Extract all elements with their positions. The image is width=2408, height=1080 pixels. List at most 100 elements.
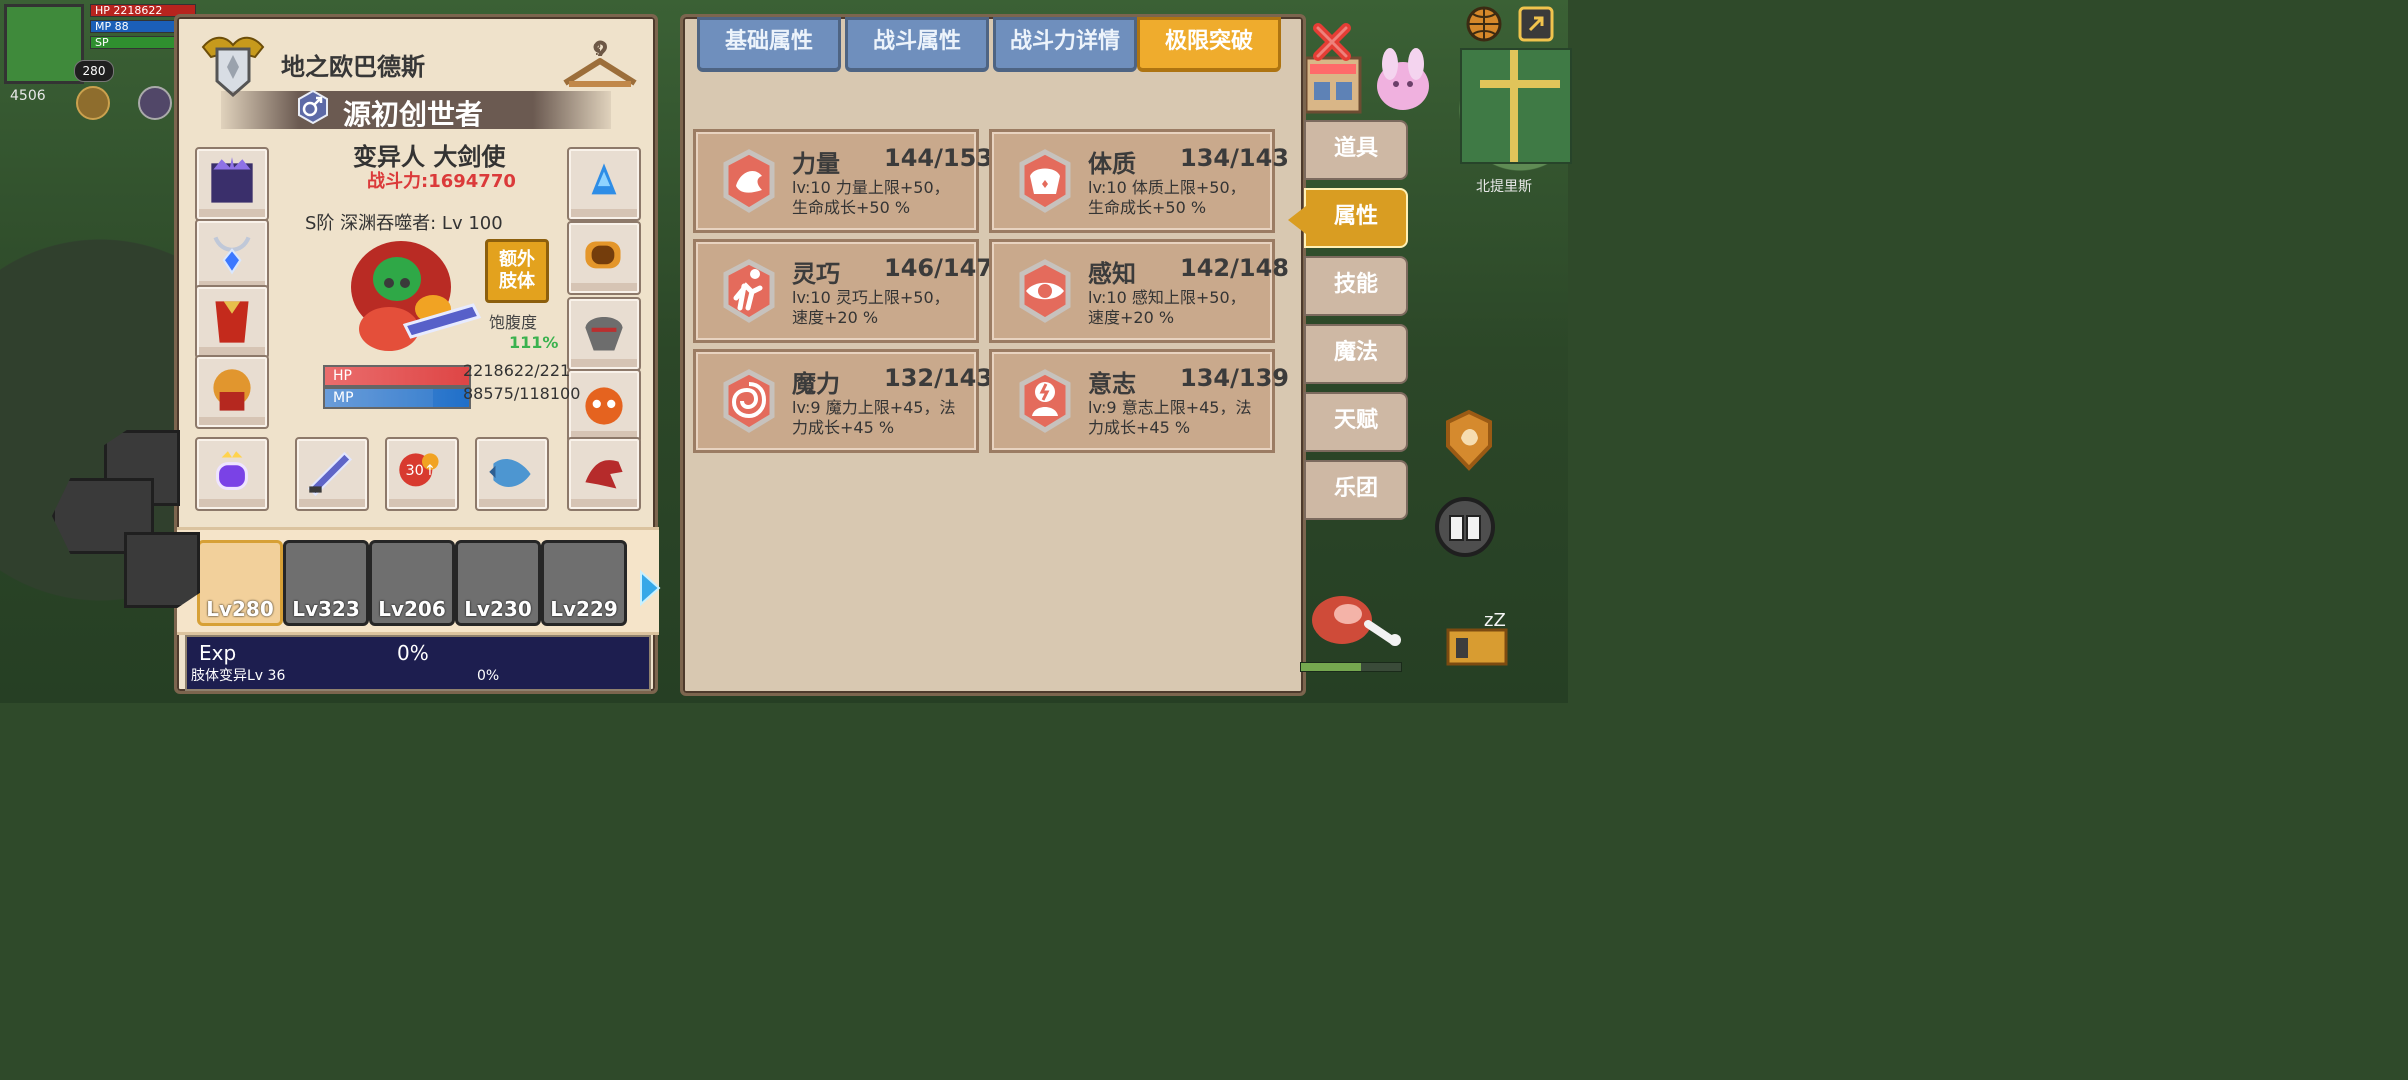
meat-icon[interactable] xyxy=(1300,582,1404,664)
fish-icon xyxy=(489,458,531,487)
dragon-icon xyxy=(585,460,623,489)
equipment-slot-offhand[interactable] xyxy=(475,437,549,511)
guild-name: 地之欧巴德斯 xyxy=(281,53,425,81)
constitution-icon xyxy=(1019,149,1071,213)
party-member-level: Lv206 xyxy=(378,597,446,621)
side-menu-item-talent[interactable]: 天赋 xyxy=(1304,392,1408,452)
top-right-icons xyxy=(1454,0,1568,46)
stat-name: 体质 xyxy=(1088,150,1136,178)
attribute-tabs: 基础属性 战斗属性 战斗力详情 极限突破 xyxy=(697,17,1281,75)
hp-value: 2218622 xyxy=(113,4,163,17)
equipment-slot-main-weapon[interactable] xyxy=(295,437,369,511)
cloak-icon xyxy=(215,301,249,343)
perception-icon xyxy=(1019,259,1071,323)
party-member-level: Lv280 xyxy=(206,597,274,621)
helmet-icon[interactable] xyxy=(138,86,172,120)
extra-limb-label: 额外 肢体 xyxy=(499,249,535,292)
exit-icon[interactable] xyxy=(1516,4,1556,44)
party-next-arrow[interactable] xyxy=(637,568,663,608)
stat-card-strength[interactable]: 力量 144/153 lv:10 力量上限+50，生命成长+50 % xyxy=(693,129,993,233)
crystal-icon xyxy=(591,163,617,195)
equipment-slot-accessory[interactable]: 30↑ xyxy=(385,437,459,511)
world-progress-fill xyxy=(1301,663,1361,671)
hunger-value: 111% xyxy=(509,333,559,352)
side-menu-item-skills[interactable]: 技能 xyxy=(1304,256,1408,316)
minimap-location-name: 北提里斯 xyxy=(1476,179,1532,195)
hanger-question-icon[interactable]: ? xyxy=(559,37,641,91)
svg-text:30↑: 30↑ xyxy=(405,463,436,479)
mp-label: MP xyxy=(95,20,112,33)
stat-card-constitution[interactable]: 体质 134/143 lv:10 体质上限+50，生命成长+50 % xyxy=(989,129,1289,233)
pet-icon xyxy=(1368,48,1438,116)
dpad[interactable] xyxy=(52,430,202,608)
helmet-dark-icon xyxy=(585,316,623,351)
book-icon[interactable] xyxy=(1434,496,1496,558)
stat-name: 感知 xyxy=(1088,260,1136,288)
minimap[interactable]: 北提里斯 xyxy=(1460,48,1572,195)
stat-card-agility[interactable]: 灵巧 146/147 lv:10 灵巧上限+50，速度+20 % xyxy=(693,239,993,343)
gold-icon[interactable] xyxy=(76,86,110,120)
mp-value: 88 xyxy=(114,20,129,33)
tab-power-detail[interactable]: 战斗力详情 xyxy=(993,17,1137,72)
tab-limit-break[interactable]: 极限突破 xyxy=(1137,17,1281,72)
stat-card-will[interactable]: 意志 134/139 lv:9 意志上限+45，法力成长+45 % xyxy=(989,349,1289,453)
shield-icon[interactable] xyxy=(1442,408,1496,472)
will-icon xyxy=(1019,369,1071,433)
player-hud: 280 HP 2218622 MP 88 SP 4506 xyxy=(2,2,196,120)
stat-name: 魔力 xyxy=(792,370,840,398)
party-member[interactable]: Lv280 xyxy=(197,540,283,626)
equipment-slot-necklace[interactable] xyxy=(195,219,269,293)
equipment-slot-pet[interactable] xyxy=(567,369,641,443)
character-mp-label: MP xyxy=(333,390,354,406)
equipment-slot-bracer[interactable] xyxy=(567,221,641,295)
equipment-slot-ring[interactable] xyxy=(195,437,269,511)
party-member-level: Lv229 xyxy=(550,597,618,621)
mutation-value: 0% xyxy=(477,668,500,684)
ring-icon xyxy=(215,451,249,491)
stat-card-magic[interactable]: 魔力 132/143 lv:9 魔力上限+45，法力成长+45 % xyxy=(693,349,993,453)
equipment-slot-head[interactable] xyxy=(195,147,269,221)
stat-value: 146/147 xyxy=(884,254,993,282)
minimap-road xyxy=(1480,80,1560,88)
stat-description: lv:10 力量上限+50，生命成长+50 % xyxy=(792,178,950,217)
party-member-level: Lv323 xyxy=(292,597,360,621)
equipment-slot-body[interactable] xyxy=(195,355,269,429)
character-hp-text: 2218622/221 xyxy=(463,361,571,380)
player-level: 280 xyxy=(74,60,114,82)
world-progress-bar xyxy=(1300,662,1402,672)
party-member[interactable]: Lv229 xyxy=(541,540,627,626)
strength-icon xyxy=(723,149,775,213)
minimap-road-vertical xyxy=(1510,50,1518,162)
magic-icon xyxy=(723,369,775,433)
equipment-slot-cloak[interactable] xyxy=(195,285,269,359)
stat-value: 134/139 xyxy=(1180,364,1289,392)
dpad-down[interactable] xyxy=(124,532,200,608)
side-menu-item-attributes[interactable]: 属性 xyxy=(1304,188,1408,248)
party-member[interactable]: Lv206 xyxy=(369,540,455,626)
equipment-slot-bottom-right[interactable] xyxy=(567,437,641,511)
character-hp-bar: HP xyxy=(323,365,471,387)
side-menu-item-items[interactable]: 道具 xyxy=(1304,120,1408,180)
party-member[interactable]: Lv323 xyxy=(283,540,369,626)
character-mp-bar: MP xyxy=(323,387,471,409)
stat-description: lv:10 灵巧上限+50，速度+20 % xyxy=(792,288,950,327)
necklace-icon xyxy=(213,236,251,275)
side-menu-item-magic[interactable]: 魔法 xyxy=(1304,324,1408,384)
tab-combat-attributes[interactable]: 战斗属性 xyxy=(845,17,989,72)
party-member[interactable]: Lv230 xyxy=(455,540,541,626)
stat-card-perception[interactable]: 感知 142/148 lv:10 感知上限+50，速度+20 % xyxy=(989,239,1289,343)
pet-face-icon xyxy=(585,387,623,425)
player-avatar[interactable] xyxy=(4,4,84,84)
side-menu-item-band[interactable]: 乐团 xyxy=(1304,460,1408,520)
equipment-slot-top-right[interactable] xyxy=(567,147,641,221)
equipment-slot-helmet[interactable] xyxy=(567,297,641,371)
globe-icon[interactable] xyxy=(1464,4,1504,44)
sleep-icon[interactable]: zZ xyxy=(1438,606,1520,676)
stat-description: lv:9 魔力上限+45，法力成长+45 % xyxy=(792,398,956,437)
tab-basic-attributes[interactable]: 基础属性 xyxy=(697,17,841,72)
party-member-level: Lv230 xyxy=(464,597,532,621)
mutation-label: 肢体变异Lv 36 xyxy=(191,668,286,684)
wing-badge-icon xyxy=(195,27,271,101)
close-icon[interactable] xyxy=(1308,18,1356,66)
exp-value: 0% xyxy=(397,641,429,665)
